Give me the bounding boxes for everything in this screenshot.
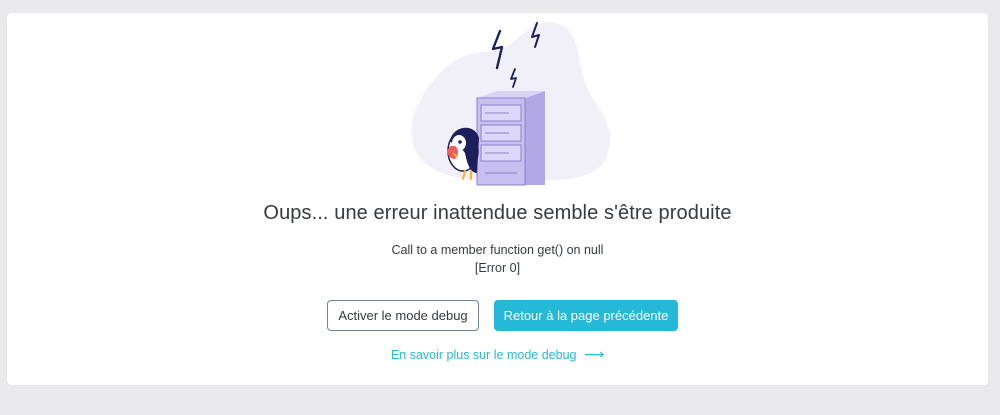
error-title: Oups... une erreur inattendue semble s'ê… — [263, 202, 732, 224]
error-card: Oups... une erreur inattendue semble s'ê… — [7, 13, 988, 385]
server-side — [525, 91, 545, 185]
error-code: [Error 0] — [474, 261, 521, 275]
enable-debug-button[interactable]: Activer le mode debug — [327, 300, 479, 331]
arrow-right-icon: ⟶ — [583, 346, 605, 362]
learn-more-debug-link[interactable]: En savoir plus sur le mode debug ⟶ — [7, 346, 988, 363]
learn-more-label: En savoir plus sur le mode debug — [390, 348, 577, 362]
error-message: Call to a member function get() on null — [391, 243, 604, 257]
enable-debug-label: Activer le mode debug — [338, 308, 468, 323]
server-error-illustration — [411, 22, 611, 186]
back-to-previous-page-button[interactable]: Retour à la page précédente — [494, 300, 678, 331]
back-button-label: Retour à la page précédente — [503, 308, 669, 323]
